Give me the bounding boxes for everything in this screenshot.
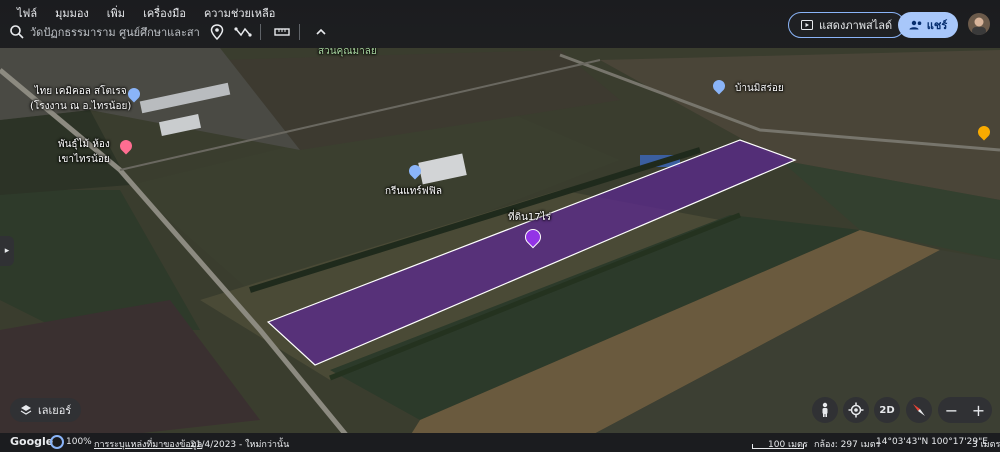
imagery-date: 21/4/2023 - ใหม่กว่านั้น — [190, 440, 290, 450]
ruler-icon[interactable] — [271, 22, 293, 42]
google-logo: Google — [10, 435, 54, 448]
zoom-out-button[interactable]: − — [945, 401, 958, 420]
layers-icon — [20, 405, 32, 415]
slideshow-button[interactable]: แสดงภาพสไลด์ — [788, 12, 906, 38]
menu-add[interactable]: เพิ่ม — [98, 2, 134, 24]
map-label-farm[interactable]: กรีนแทร์ฟฟิล — [385, 184, 442, 199]
toggle-2d-button[interactable]: 2D — [874, 397, 900, 423]
status-bar: Google 100% การระบุแหล่งที่มาของข้อมูล 2… — [0, 433, 1000, 452]
elevation: 3 เมตร — [972, 440, 1000, 450]
people-icon — [909, 20, 922, 30]
layers-label: เลเยอร์ — [38, 404, 72, 417]
slideshow-icon — [801, 20, 813, 30]
my-location-icon[interactable] — [843, 397, 869, 423]
opacity-icon[interactable] — [50, 435, 64, 449]
camera-altitude: กล้อง: 297 เมตร — [814, 440, 881, 450]
search-icon[interactable] — [8, 23, 26, 41]
avatar[interactable] — [968, 13, 990, 35]
menu-tools[interactable]: เครื่องมือ — [134, 2, 195, 24]
menu-view[interactable]: มุมมอง — [46, 2, 98, 24]
toolbar-divider — [299, 24, 300, 40]
zoom-control: − + — [938, 397, 992, 423]
search-input[interactable] — [28, 24, 202, 40]
search-row — [8, 22, 332, 42]
data-sources-link[interactable]: การระบุแหล่งที่มาของข้อมูล — [94, 437, 202, 451]
menu-file[interactable]: ไฟล์ — [8, 2, 46, 24]
map-label-plot[interactable]: ที่ดิน17ไร่ — [508, 210, 551, 225]
menu-help[interactable]: ความช่วยเหลือ — [195, 2, 284, 24]
satellite-map[interactable] — [0, 0, 1000, 452]
share-label: แชร์ — [926, 19, 948, 32]
chevron-up-icon[interactable] — [310, 22, 332, 42]
scale-bar — [752, 444, 804, 449]
toolbar-divider — [260, 24, 261, 40]
opacity-value: 100% — [66, 437, 92, 447]
menu-bar: ไฟล์ มุมมอง เพิ่ม เครื่องมือ ความช่วยเหล… — [8, 2, 284, 24]
share-button[interactable]: แชร์ — [898, 12, 958, 38]
expand-panel-chevron-icon[interactable]: ▸ — [0, 236, 14, 266]
slideshow-label: แสดงภาพสไลด์ — [819, 19, 893, 32]
zoom-in-button[interactable]: + — [972, 401, 985, 420]
placemark-tool-icon[interactable] — [206, 22, 228, 42]
layers-button[interactable]: เลเยอร์ — [10, 398, 82, 422]
map-label-chemical[interactable]: ไทย เคมิคอล สโตเรจ (โรงงาน ณ อ.ไทรน้อย) — [30, 84, 131, 114]
compass-icon[interactable] — [906, 397, 932, 423]
street-view-pegman-icon[interactable] — [812, 397, 838, 423]
top-toolbar: ไฟล์ มุมมอง เพิ่ม เครื่องมือ ความช่วยเหล… — [0, 0, 1000, 48]
map-label-seed-store[interactable]: พันธุ์ไม้ ห้อง เขาไทรน้อย — [58, 137, 110, 167]
path-tool-icon[interactable] — [232, 22, 254, 42]
map-label-village[interactable]: บ้านมิสร่อย — [735, 81, 784, 96]
